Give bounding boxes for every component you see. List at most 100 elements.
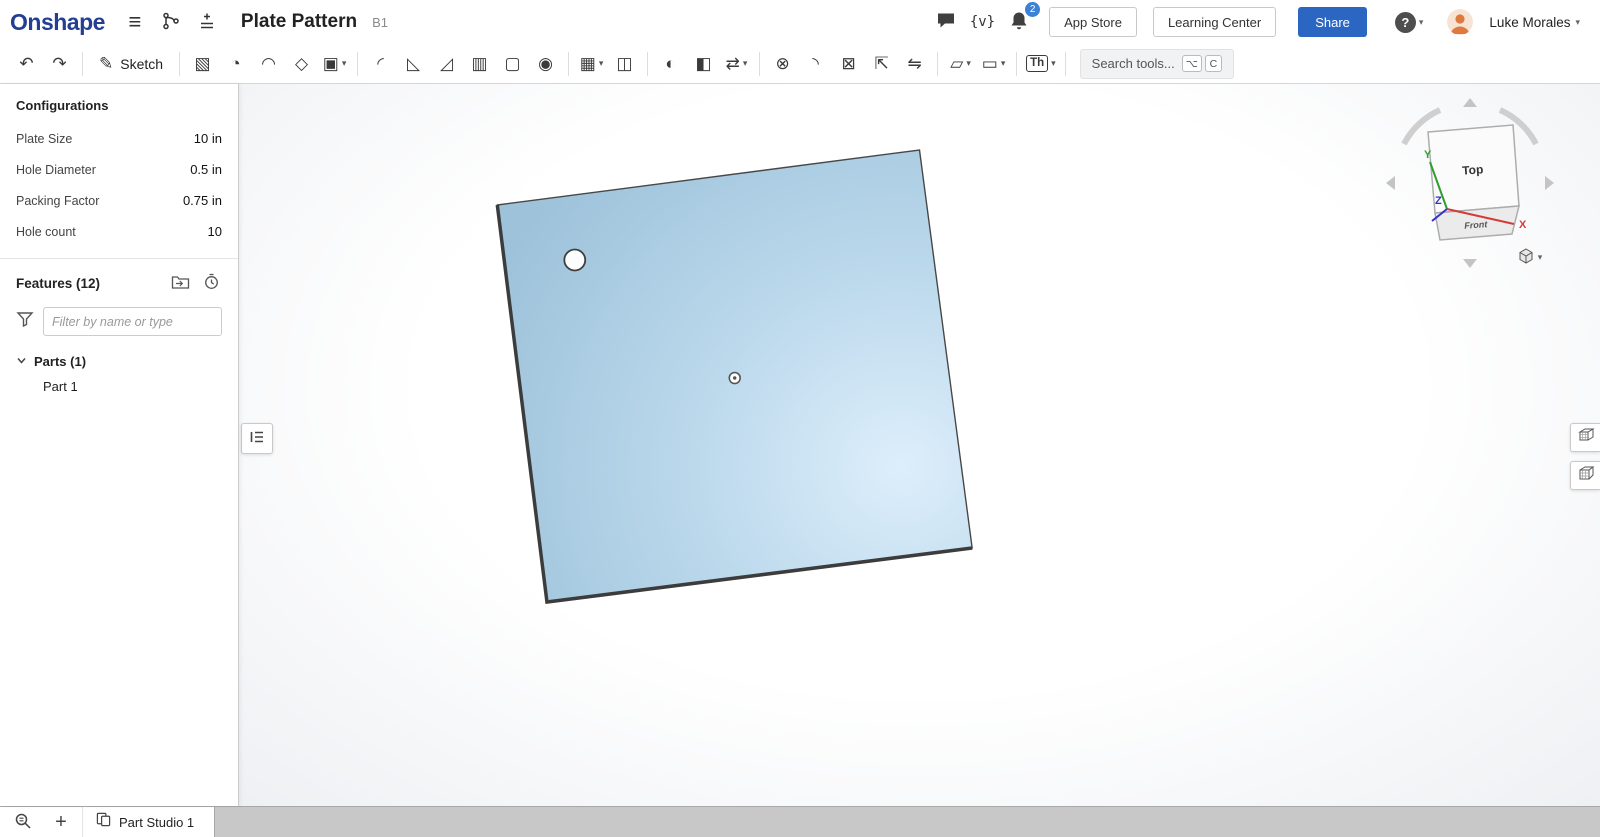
delete-face-icon: ⊠ [841,55,855,72]
versions-button[interactable] [157,7,185,37]
move-face-button[interactable]: ⇱ [865,49,898,79]
replace-face-icon: ⇋ [907,55,921,72]
view-mode-button[interactable]: ▾ [1510,246,1550,268]
split-button[interactable]: ◧ [687,49,720,79]
delete-face-button[interactable]: ⊠ [832,49,865,79]
search-tools-button[interactable]: Search tools... ⌥C [1080,49,1234,79]
toolbar-group: ▱▾▭▾ [944,49,1010,79]
onshape-logo[interactable]: Onshape [10,9,105,36]
version-badge[interactable]: B1 [372,15,388,30]
extrude-button[interactable]: ▧ [186,49,219,79]
view-cube-front-label: Front [1464,219,1489,231]
comments-button[interactable] [932,7,960,37]
origin-marker[interactable] [729,373,740,384]
search-shortcut-keys: ⌥C [1182,55,1222,72]
mirror-button[interactable]: ◫ [608,49,641,79]
x-axis-label: X [1519,219,1527,231]
undo-button[interactable]: ↶ [10,49,43,79]
rollback-history-button[interactable] [200,272,222,294]
move-face-icon: ⇱ [874,55,888,72]
main-menu-button[interactable]: ≡ [121,7,149,37]
custom-feature-th-button[interactable]: Th▾ [1023,49,1059,79]
custom-feature-th-dropdown-caret[interactable]: ▾ [1051,58,1056,69]
shortcut-key: C [1205,55,1222,72]
configuration-value[interactable]: 0.5 in [190,162,222,177]
add-folder-button[interactable] [169,272,191,294]
replace-face-button[interactable]: ⇋ [898,49,931,79]
redo-button[interactable]: ↷ [43,49,76,79]
toolbar-group: ◜◺◿▥▢◉ [364,49,562,79]
user-avatar[interactable] [1447,9,1473,35]
plane-dropdown-caret[interactable]: ▾ [966,58,971,69]
rotate-left-arrow[interactable] [1386,176,1395,190]
learning-center-button[interactable]: Learning Center [1153,7,1276,37]
cube-grid-icon [1577,427,1595,448]
toolbar-group: ↶↷ [10,49,76,79]
add-folder-icon [171,274,190,293]
chamfer-button[interactable]: ◺ [397,49,430,79]
draft-button[interactable]: ◿ [430,49,463,79]
feature-panel: Configurations Plate Size10 inHole Diame… [0,84,239,806]
modify-fillet-button[interactable]: ◝ [799,49,832,79]
part-list-item[interactable]: Part 1 [16,369,222,394]
feature-toolbar: ↶↷✎Sketch▧◔◠◇▣▾◜◺◿▥▢◉▦▾◫◐◧⇄▾⊗◝⊠⇱⇋▱▾▭▾Th▾… [0,44,1600,84]
custom-feature-th-icon: Th [1026,55,1048,73]
toolbar-button-groups: ↶↷✎Sketch▧◔◠◇▣▾◜◺◿▥▢◉▦▾◫◐◧⇄▾⊗◝⊠⇱⇋▱▾▭▾Th▾ [10,49,1072,79]
feature-list-toggle-button[interactable] [241,423,273,454]
sweep-button[interactable]: ◠ [252,49,285,79]
rib-button[interactable]: ▥ [463,49,496,79]
notifications-button[interactable]: 2 [1005,7,1033,37]
graphics-viewport[interactable]: Top Front Y Z X ▾ [239,84,1600,806]
document-title: Plate Pattern [241,11,357,33]
redo-icon: ↷ [52,55,66,72]
feature-filter-input[interactable] [43,307,222,336]
revolve-button[interactable]: ◔ [219,49,252,79]
thicken-dropdown-caret[interactable]: ▾ [342,58,347,69]
tab-part-studio[interactable]: Part Studio 1 [82,807,215,837]
section-view-button[interactable] [1570,461,1600,490]
insert-element-icon [197,11,217,34]
filter-funnel-icon [16,311,34,332]
toolbar-group: ▧◔◠◇▣▾ [186,49,351,79]
configuration-value[interactable]: 10 [208,224,222,239]
plane-button[interactable]: ▱▾ [944,49,977,79]
plus-icon: + [55,812,67,832]
shell-button[interactable]: ▢ [496,49,529,79]
surface-button[interactable]: ▭▾ [977,49,1010,79]
insert-element-button[interactable] [193,7,221,37]
delete-part-button[interactable]: ⊗ [766,49,799,79]
share-button[interactable]: Share [1298,7,1367,37]
linear-pattern-dropdown-caret[interactable]: ▾ [599,58,604,69]
sketch-icon: ✎ [99,55,113,72]
sketch-button[interactable]: ✎Sketch [89,49,173,79]
transform-dropdown-caret[interactable]: ▾ [743,58,748,69]
plate-hole[interactable] [564,250,585,271]
configuration-value[interactable]: 10 in [194,131,222,146]
fillet-button[interactable]: ◜ [364,49,397,79]
rotate-right-arrow[interactable] [1545,176,1554,190]
search-tabs-button[interactable] [10,809,36,835]
user-menu-button[interactable]: Luke Morales ▾ [1483,14,1586,31]
app-store-button[interactable]: App Store [1049,7,1137,37]
display-states-button[interactable] [1570,423,1600,452]
thicken-button[interactable]: ▣▾ [318,49,351,79]
featurescript-notices-button[interactable]: {v} [968,7,997,37]
help-menu-button[interactable]: ? ▾ [1389,11,1430,34]
surface-dropdown-caret[interactable]: ▾ [1001,58,1006,69]
add-tab-button[interactable]: + [48,809,74,835]
boolean-button[interactable]: ◐ [654,49,687,79]
loft-button[interactable]: ◇ [285,49,318,79]
configuration-label: Hole count [16,225,76,239]
rotate-up-arrow[interactable] [1463,98,1477,107]
configuration-value[interactable]: 0.75 in [183,193,222,208]
linear-pattern-icon: ▦ [580,55,596,72]
top-bar: Onshape ≡ Plate Pattern B1 {v} [0,0,1600,44]
linear-pattern-button[interactable]: ▦▾ [575,49,608,79]
configuration-rows: Plate Size10 inHole Diameter0.5 inPackin… [16,123,222,247]
transform-button[interactable]: ⇄▾ [720,49,753,79]
parts-section-header[interactable]: Parts (1) [16,354,222,369]
hole-button[interactable]: ◉ [529,49,562,79]
rotate-down-arrow[interactable] [1463,259,1477,268]
undo-icon: ↶ [19,55,33,72]
toolbar-group: Th▾ [1023,49,1059,79]
